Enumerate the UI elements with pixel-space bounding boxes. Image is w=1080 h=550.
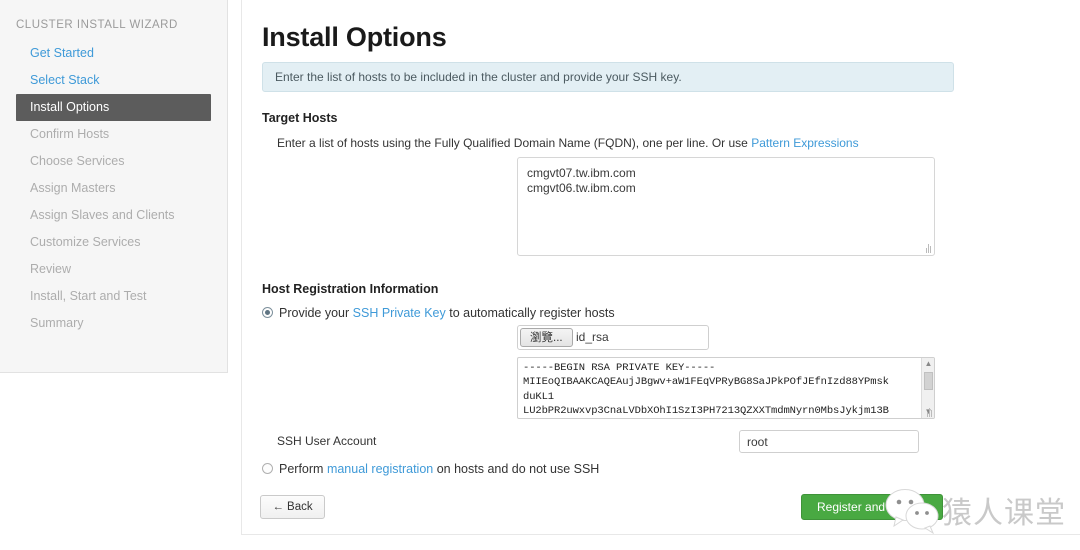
- sidebar-item-select-stack[interactable]: Select Stack: [0, 67, 228, 94]
- wizard-title: CLUSTER INSTALL WIZARD: [16, 19, 178, 31]
- ssh-key-radio[interactable]: [262, 307, 273, 318]
- sidebar-item-get-started[interactable]: Get Started: [0, 40, 228, 67]
- sidebar-item-review[interactable]: Review: [0, 256, 228, 283]
- register-and-confirm-button[interactable]: Register and Confirm: [801, 494, 943, 520]
- target-hosts-helper-prefix: Enter a list of hosts using the Fully Qu…: [277, 136, 752, 150]
- target-hosts-helper: Enter a list of hosts using the Fully Qu…: [277, 136, 859, 150]
- target-hosts-heading: Target Hosts: [262, 111, 338, 125]
- browse-button[interactable]: 瀏覽...: [520, 328, 573, 347]
- host-registration-heading: Host Registration Information: [262, 282, 439, 296]
- sidebar-item-confirm-hosts[interactable]: Confirm Hosts: [0, 121, 228, 148]
- scroll-up-arrow-icon[interactable]: ▲: [922, 358, 934, 370]
- ssh-key-option-suffix: to automatically register hosts: [445, 306, 615, 320]
- ssh-private-key-link[interactable]: SSH Private Key: [353, 306, 446, 320]
- manual-option-prefix: Perform: [279, 462, 327, 476]
- sidebar-item-summary[interactable]: Summary: [0, 310, 228, 337]
- page-title: Install Options: [262, 22, 447, 52]
- sidebar-item-install-start-and-test[interactable]: Install, Start and Test: [0, 283, 228, 310]
- sidebar-item-assign-masters[interactable]: Assign Masters: [0, 175, 228, 202]
- pattern-expressions-link[interactable]: Pattern Expressions: [751, 136, 858, 150]
- scroll-down-arrow-icon[interactable]: ▼: [922, 406, 934, 418]
- main-content-panel: Install Options Enter the list of hosts …: [241, 0, 1080, 535]
- ssh-key-option-row[interactable]: Provide your SSH Private Key to automati…: [262, 306, 615, 320]
- info-alert-text: Enter the list of hosts to be included i…: [275, 70, 682, 84]
- sidebar-item-customize-services[interactable]: Customize Services: [0, 229, 228, 256]
- wizard-sidebar: CLUSTER INSTALL WIZARD Get Started Selec…: [0, 0, 228, 373]
- sidebar-item-install-options[interactable]: Install Options: [16, 94, 211, 121]
- private-key-scrollbar[interactable]: ▲ ▼: [921, 358, 934, 418]
- selected-file-name: id_rsa: [576, 330, 609, 344]
- install-options-page: CLUSTER INSTALL WIZARD Get Started Selec…: [0, 0, 1080, 550]
- sidebar-item-assign-slaves-and-clients[interactable]: Assign Slaves and Clients: [0, 202, 228, 229]
- manual-registration-option-row[interactable]: Perform manual registration on hosts and…: [262, 462, 599, 476]
- back-button[interactable]: ← Back: [260, 495, 325, 519]
- info-alert: Enter the list of hosts to be included i…: [262, 62, 954, 92]
- private-key-file-picker[interactable]: 瀏覽... id_rsa: [517, 325, 709, 350]
- ssh-user-account-label: SSH User Account: [277, 434, 377, 448]
- manual-option-suffix: on hosts and do not use SSH: [433, 462, 600, 476]
- ssh-user-account-input[interactable]: [739, 430, 919, 453]
- scrollbar-thumb[interactable]: [924, 372, 933, 390]
- manual-registration-link[interactable]: manual registration: [327, 462, 433, 476]
- target-hosts-input[interactable]: cmgvt07.tw.ibm.com cmgvt06.tw.ibm.com: [517, 157, 935, 256]
- wizard-nav-list: Get Started Select Stack Install Options…: [0, 40, 228, 337]
- sidebar-item-choose-services[interactable]: Choose Services: [0, 148, 228, 175]
- manual-registration-radio[interactable]: [262, 463, 273, 474]
- private-key-textarea[interactable]: -----BEGIN RSA PRIVATE KEY----- MIIEoQIB…: [517, 357, 935, 419]
- ssh-key-option-prefix: Provide your: [279, 306, 353, 320]
- private-key-text: -----BEGIN RSA PRIVATE KEY----- MIIEoQIB…: [523, 362, 889, 417]
